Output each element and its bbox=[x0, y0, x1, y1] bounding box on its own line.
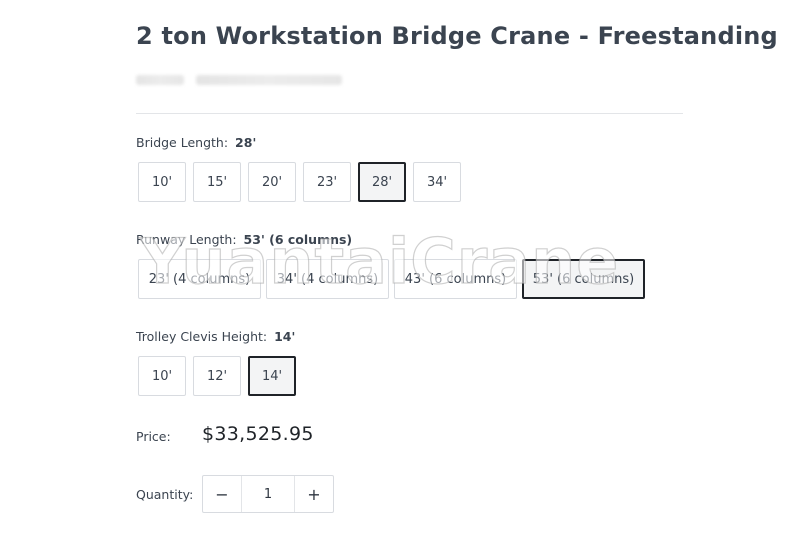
quantity-label: Quantity: bbox=[136, 487, 194, 502]
price-label: Price: bbox=[136, 429, 171, 444]
quantity-increment-button[interactable]: + bbox=[295, 476, 333, 512]
price-value: $33,525.95 bbox=[202, 423, 314, 445]
runway-length-option-53[interactable]: 53' (6 columns) bbox=[522, 259, 645, 299]
runway-length-label: Runway Length: 53' (6 columns) bbox=[136, 232, 352, 247]
quantity-input[interactable]: 1 bbox=[241, 476, 295, 512]
blurred-vendor-text bbox=[136, 75, 184, 85]
bridge-length-option-10[interactable]: 10' bbox=[138, 162, 186, 202]
runway-length-option-34[interactable]: 34' (4 columns) bbox=[266, 259, 389, 299]
bridge-length-option-28[interactable]: 28' bbox=[358, 162, 406, 202]
trolley-clevis-height-label-text: Trolley Clevis Height: bbox=[136, 329, 268, 344]
blurred-sku-text bbox=[196, 75, 342, 85]
bridge-length-option-23[interactable]: 23' bbox=[303, 162, 351, 202]
trolley-clevis-height-label: Trolley Clevis Height: 14' bbox=[136, 329, 295, 344]
trolley-clevis-height-option-12[interactable]: 12' bbox=[193, 356, 241, 396]
trolley-clevis-height-option-14[interactable]: 14' bbox=[248, 356, 296, 396]
bridge-length-swatches: 10' 15' 20' 23' 28' 34' bbox=[138, 162, 461, 202]
divider bbox=[136, 113, 683, 114]
quantity-decrement-button[interactable]: − bbox=[203, 476, 241, 512]
trolley-clevis-height-selected-value: 14' bbox=[274, 329, 296, 344]
bridge-length-label: Bridge Length: 28' bbox=[136, 135, 256, 150]
trolley-clevis-height-swatches: 10' 12' 14' bbox=[138, 356, 296, 396]
bridge-length-label-text: Bridge Length: bbox=[136, 135, 229, 150]
bridge-length-option-15[interactable]: 15' bbox=[193, 162, 241, 202]
bridge-length-option-20[interactable]: 20' bbox=[248, 162, 296, 202]
bridge-length-option-34[interactable]: 34' bbox=[413, 162, 461, 202]
runway-length-option-43[interactable]: 43' (6 columns) bbox=[394, 259, 517, 299]
quantity-stepper: − 1 + bbox=[202, 475, 334, 513]
runway-length-label-text: Runway Length: bbox=[136, 232, 237, 247]
trolley-clevis-height-option-10[interactable]: 10' bbox=[138, 356, 186, 396]
product-page: 2 ton Workstation Bridge Crane - Freesta… bbox=[0, 0, 800, 533]
runway-length-swatches: 23' (4 columns) 34' (4 columns) 43' (6 c… bbox=[138, 259, 645, 299]
product-title: 2 ton Workstation Bridge Crane - Freesta… bbox=[136, 22, 778, 50]
runway-length-selected-value: 53' (6 columns) bbox=[243, 232, 353, 247]
runway-length-option-23[interactable]: 23' (4 columns) bbox=[138, 259, 261, 299]
bridge-length-selected-value: 28' bbox=[235, 135, 257, 150]
